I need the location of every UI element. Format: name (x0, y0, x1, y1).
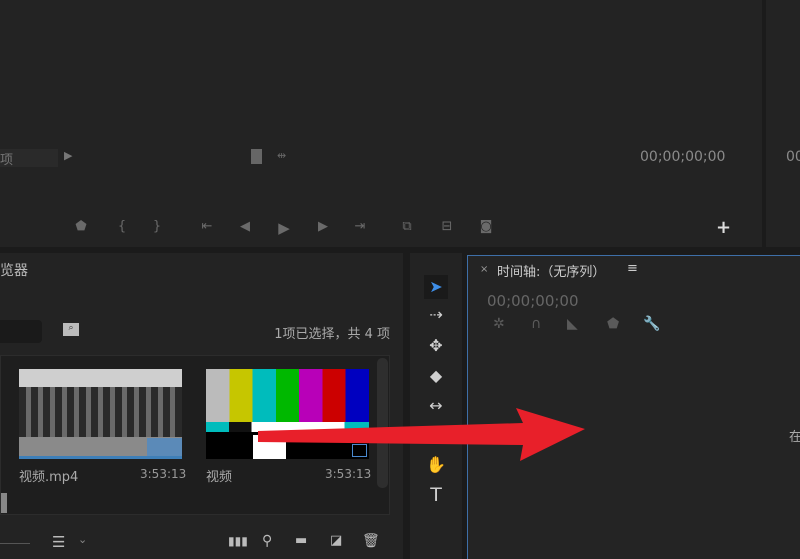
annotation-arrow (0, 0, 800, 559)
red-arrow-shape (258, 408, 585, 461)
